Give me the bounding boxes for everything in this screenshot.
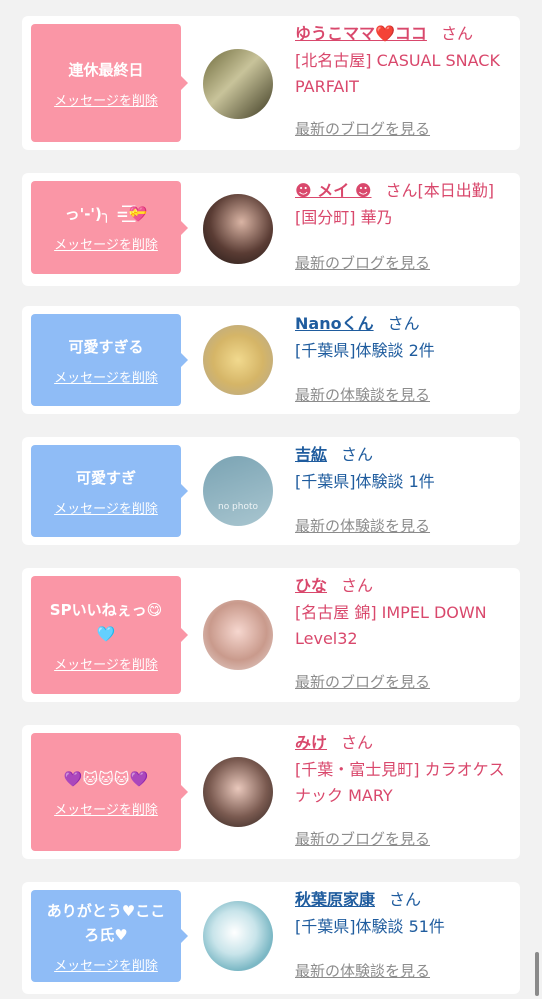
- message-text: 可愛すぎる: [68, 337, 144, 356]
- avatar[interactable]: no photo: [203, 456, 273, 526]
- avatar[interactable]: [203, 600, 273, 670]
- user-detail: [北名古屋] CASUAL SNACK PARFAIT: [295, 51, 500, 96]
- delete-message-link[interactable]: メッセージを削除: [54, 654, 158, 673]
- honorific: さん: [385, 181, 418, 200]
- user-name-link[interactable]: ひな: [295, 576, 327, 595]
- message-card: 可愛すぎ メッセージを削除 no photo 吉紘 さん [千葉県]体験談 1件 …: [22, 437, 520, 545]
- user-detail: [千葉県]体験談 1件: [295, 472, 435, 491]
- message-card: 可愛すぎる メッセージを削除 Nanoくん さん [千葉県]体験談 2件 最新の体…: [22, 306, 520, 414]
- message-text: 可愛すぎ: [75, 468, 136, 487]
- message-text: 連休最終日: [68, 60, 144, 79]
- latest-review-link[interactable]: 最新の体験談を見る: [295, 960, 430, 981]
- delete-message-link[interactable]: メッセージを削除: [54, 90, 158, 109]
- avatar[interactable]: [203, 49, 273, 119]
- avatar[interactable]: [203, 901, 273, 971]
- message-bubble: 可愛すぎる メッセージを削除: [31, 314, 188, 406]
- user-detail: [千葉県]体験談 2件: [295, 341, 435, 360]
- delete-message-link[interactable]: メッセージを削除: [54, 955, 158, 974]
- user-detail: [千葉・富士見町] カラオケスナック MARY: [295, 760, 505, 805]
- message-card: 連休最終日 メッセージを削除 ゆうこママ❤️ココ さん [北名古屋] CASUAL…: [22, 16, 520, 150]
- avatar[interactable]: [203, 325, 273, 395]
- delete-message-link[interactable]: メッセージを削除: [54, 498, 158, 517]
- user-detail: [国分町] 華乃: [295, 208, 393, 227]
- latest-review-link[interactable]: 最新の体験談を見る: [295, 515, 430, 536]
- message-card: っ'-')╮ =͟͟͞͞💝 メッセージを削除 ☻ メイ ☻ さん[本日出勤] [国…: [22, 173, 520, 286]
- honorific: さん: [341, 445, 374, 464]
- user-name-link[interactable]: ゆうこママ❤️ココ: [295, 24, 427, 43]
- message-bubble: 可愛すぎ メッセージを削除: [31, 445, 188, 537]
- message-card: SPいいねぇっ😋🩵 メッセージを削除 ひな さん [名古屋 錦] IMPEL DO…: [22, 568, 520, 702]
- latest-blog-link[interactable]: 最新のブログを見る: [295, 252, 430, 273]
- message-text: ありがとう♥こころ氏♥: [46, 901, 166, 944]
- message-card: 💜🐱🐱🐱💜 メッセージを削除 みけ さん [千葉・富士見町] カラオケスナック M…: [22, 725, 520, 859]
- latest-blog-link[interactable]: 最新のブログを見る: [295, 671, 430, 692]
- user-name-link[interactable]: みけ: [295, 733, 327, 752]
- delete-message-link[interactable]: メッセージを削除: [54, 367, 158, 386]
- message-bubble: っ'-')╮ =͟͟͞͞💝 メッセージを削除: [31, 181, 188, 274]
- user-name-link[interactable]: ☻ メイ ☻: [295, 181, 372, 200]
- delete-message-link[interactable]: メッセージを削除: [54, 799, 158, 818]
- message-bubble: 連休最終日 メッセージを削除: [31, 24, 188, 142]
- latest-review-link[interactable]: 最新の体験談を見る: [295, 384, 430, 405]
- user-name-link[interactable]: Nanoくん: [295, 314, 374, 333]
- delete-message-link[interactable]: メッセージを削除: [54, 234, 158, 253]
- user-name-link[interactable]: 吉紘: [295, 445, 327, 464]
- honorific: さん: [389, 890, 422, 909]
- no-photo-label: no photo: [217, 502, 259, 512]
- message-bubble: SPいいねぇっ😋🩵 メッセージを削除: [31, 576, 188, 694]
- working-today-badge: [本日出勤]: [417, 181, 495, 200]
- honorific: さん: [387, 314, 420, 333]
- message-text: SPいいねぇっ😋🩵: [49, 600, 163, 643]
- message-card: ありがとう♥こころ氏♥ メッセージを削除 秋葉原家康 さん [千葉県]体験談 51…: [22, 882, 520, 994]
- message-text: 💜🐱🐱🐱💜: [63, 769, 149, 788]
- latest-blog-link[interactable]: 最新のブログを見る: [295, 118, 430, 139]
- user-detail: [名古屋 錦] IMPEL DOWN Level32: [295, 603, 487, 648]
- honorific: さん: [341, 576, 374, 595]
- message-bubble: 💜🐱🐱🐱💜 メッセージを削除: [31, 733, 188, 851]
- avatar[interactable]: [203, 194, 273, 264]
- honorific: さん: [341, 733, 374, 752]
- avatar[interactable]: [203, 757, 273, 827]
- message-text: っ'-')╮ =͟͟͞͞💝: [64, 205, 148, 223]
- user-name-link[interactable]: 秋葉原家康: [295, 890, 375, 909]
- message-bubble: ありがとう♥こころ氏♥ メッセージを削除: [31, 890, 188, 982]
- honorific: さん: [440, 24, 473, 43]
- user-detail: [千葉県]体験談 51件: [295, 917, 445, 936]
- latest-blog-link[interactable]: 最新のブログを見る: [295, 828, 430, 849]
- scrollbar[interactable]: [535, 952, 539, 996]
